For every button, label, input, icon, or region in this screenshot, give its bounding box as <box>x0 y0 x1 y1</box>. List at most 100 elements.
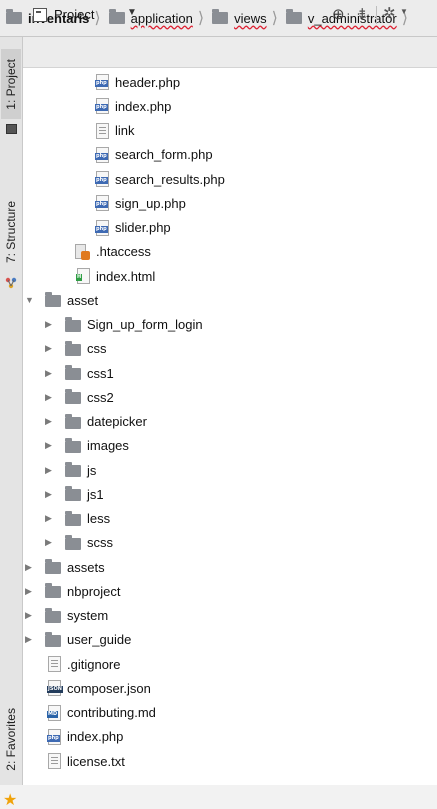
tree-item-index-html[interactable]: Hindex.html <box>76 264 155 288</box>
folder-icon <box>65 365 81 380</box>
tree-item-user-guide[interactable]: ▶ user_guide <box>25 628 132 652</box>
tree-item-index-php[interactable]: php index.php <box>95 94 172 118</box>
htaccess-file-icon <box>75 243 90 260</box>
folder-icon <box>65 510 81 526</box>
tree-item-label: nbproject <box>67 583 121 599</box>
collapse-arrow-icon[interactable]: ▶ <box>45 440 52 451</box>
collapse-arrow-icon[interactable]: ▶ <box>45 513 52 524</box>
folder-icon <box>65 534 81 550</box>
json-file-icon: JSON <box>47 680 63 697</box>
tree-item-search-results-php[interactable]: php search_results.php <box>95 167 225 191</box>
tab-favorites-label: 2: Favorites <box>4 707 18 771</box>
tree-item-css1[interactable]: ▶ css1 <box>45 361 114 385</box>
tree-item--htaccess[interactable]: .htaccess <box>75 240 151 264</box>
tree-item-label: css2 <box>87 389 114 405</box>
tree-item-label: scss <box>87 535 113 551</box>
php-file-icon: php <box>95 171 109 187</box>
target-icon[interactable]: ⊕ <box>332 5 345 23</box>
chevron-right-icon: ⟩ <box>271 10 278 27</box>
html-file-icon: H <box>76 268 90 284</box>
tree-item-less[interactable]: ▶ less <box>45 507 111 531</box>
collapse-arrow-icon[interactable]: ▶ <box>45 416 52 427</box>
collapse-arrow-icon[interactable]: ▶ <box>45 465 52 476</box>
chevron-down-icon[interactable]: ▼ <box>127 7 137 18</box>
tree-item-index-php[interactable]: php index.php <box>47 725 124 749</box>
tree-item-slider-php[interactable]: php slider.php <box>95 216 171 240</box>
tool-window-strip: 1: Project 7: Structure 2: Favorites ★ <box>0 37 23 809</box>
tree-item-sign-up-form-login[interactable]: ▶ Sign_up_form_login <box>45 313 203 337</box>
folder-icon <box>45 292 61 308</box>
collapse-arrow-icon[interactable]: ▶ <box>45 368 52 379</box>
expand-arrow-icon[interactable]: ▼ <box>25 295 34 305</box>
tree-item-label: css1 <box>87 365 114 381</box>
collapse-arrow-icon[interactable]: ▶ <box>45 392 52 403</box>
tree-item-system[interactable]: ▶ system <box>25 604 109 628</box>
folder-icon <box>65 437 81 453</box>
tree-item-label: system <box>67 608 109 623</box>
md-file-icon: MD <box>47 704 61 721</box>
tree-item-link[interactable]: link <box>96 119 135 143</box>
tree-item-assets[interactable]: ▶ assets <box>25 555 105 579</box>
collapse-arrow-icon[interactable]: ▶ <box>45 537 52 548</box>
tree-item-datepicker[interactable]: ▶ datepicker <box>45 410 147 434</box>
gear-icon[interactable]: ✲ <box>383 4 396 22</box>
tree-item-label: contributing.md <box>67 705 156 720</box>
collapse-arrow-icon[interactable]: ▶ <box>25 634 32 645</box>
tab-favorites[interactable]: 2: Favorites <box>1 689 21 789</box>
tree-item-label: search_results.php <box>115 171 225 187</box>
folder-icon <box>65 413 81 429</box>
tree-item-header-php[interactable]: php header.php <box>95 70 180 94</box>
tree-item-js[interactable]: ▶ js <box>45 458 96 482</box>
collapse-arrow-icon[interactable]: ▶ <box>25 610 32 621</box>
tree-item-label: Sign_up_form_login <box>87 317 203 332</box>
folder-icon <box>45 583 61 599</box>
folder-icon <box>45 559 61 574</box>
tree-item-label: index.php <box>67 729 124 745</box>
tree-item-label: .htaccess <box>96 244 151 260</box>
chevron-right-icon: ⟩ <box>94 10 101 27</box>
php-file-icon: php <box>95 98 109 115</box>
collapse-arrow-icon[interactable]: ▶ <box>45 343 52 354</box>
tree-item-label: composer.json <box>67 680 151 696</box>
chevron-right-icon: ⟩ <box>197 10 205 27</box>
project-view-selector[interactable]: Project <box>54 7 94 22</box>
tree-item-js1[interactable]: ▶ js1 <box>45 482 104 506</box>
structure-icon <box>5 277 17 289</box>
tree-item-search-form-php[interactable]: php search_form.php <box>95 143 213 167</box>
tree-item-asset[interactable]: ▼ asset <box>25 288 98 312</box>
tree-item-label: slider.php <box>115 220 171 235</box>
tree-item-label: .gitignore <box>67 656 121 672</box>
tree-item-label: datepicker <box>87 414 147 429</box>
tree-item-images[interactable]: ▶ images <box>45 434 129 458</box>
collapse-arrow-icon[interactable]: ▶ <box>25 562 32 573</box>
project-tree: php header.php php index.php link php search_f… <box>23 68 437 785</box>
tree-item--gitignore[interactable]: .gitignore <box>48 652 120 676</box>
breadcrumb-item-views[interactable]: views ⟩ <box>206 0 280 36</box>
tree-item-label: less <box>87 511 111 526</box>
project-tab-icon <box>6 124 17 134</box>
project-view-icon <box>33 8 47 22</box>
breadcrumb-label: views <box>234 10 267 26</box>
tree-item-css[interactable]: ▶ css <box>45 337 107 361</box>
tree-item-composer-json[interactable]: JSON composer.json <box>47 676 151 700</box>
tree-item-contributing-md[interactable]: MD contributing.md <box>47 701 156 725</box>
tree-item-scss[interactable]: ▶ scss <box>45 531 113 555</box>
folder-icon <box>65 486 81 502</box>
breadcrumb-item-application[interactable]: application ⟩ <box>103 0 206 36</box>
tree-item-label: index.php <box>115 98 172 114</box>
tab-project[interactable]: 1: Project <box>1 49 21 119</box>
collapse-arrow-icon[interactable]: ▶ <box>25 586 32 597</box>
tree-item-sign-up-php[interactable]: php sign_up.php <box>95 191 186 215</box>
link-file-icon <box>96 122 109 139</box>
tree-item-nbproject[interactable]: ▶ nbproject <box>25 579 121 603</box>
collapse-arrow-icon[interactable]: ▶ <box>45 319 52 330</box>
tree-item-license-txt[interactable]: license.txt <box>48 749 125 773</box>
tab-structure[interactable]: 7: Structure <box>1 187 21 277</box>
folder-icon <box>65 389 81 405</box>
chevron-down-icon[interactable]: ▼ <box>400 7 408 16</box>
collapse-arrow-icon[interactable]: ▶ <box>45 489 52 500</box>
tree-item-label: user_guide <box>67 632 132 648</box>
tree-item-css2[interactable]: ▶ css2 <box>45 385 114 409</box>
collapse-all-icon[interactable]: ⇟ <box>356 5 369 23</box>
folder-icon <box>45 607 61 623</box>
